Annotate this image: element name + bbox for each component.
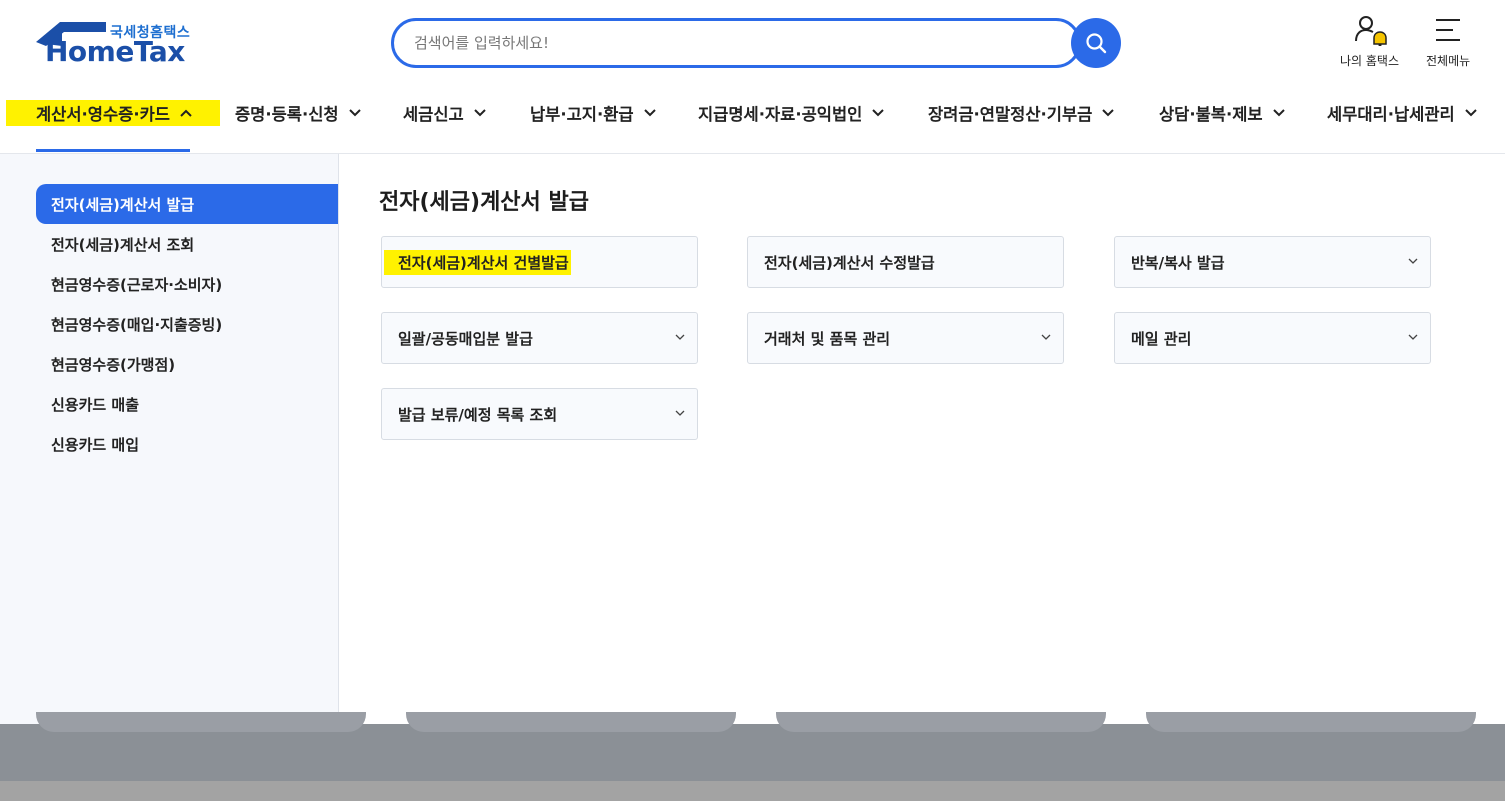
card-label: 전자(세금)계산서 건별발급 — [384, 249, 571, 275]
card-label: 거래처 및 품목 관리 — [764, 329, 891, 348]
card-repeat-copy-issue[interactable]: 반복/복사 발급 — [1114, 236, 1431, 288]
chevron-down-icon — [1041, 334, 1051, 340]
dimmed-card — [1146, 712, 1476, 732]
sidebar-item-e-invoice-inquiry[interactable]: 전자(세금)계산서 조회 — [36, 224, 338, 264]
sidebar-item-e-invoice-issue[interactable]: 전자(세금)계산서 발급 — [36, 184, 338, 224]
search-icon — [1086, 33, 1107, 54]
dimmed-card — [776, 712, 1106, 732]
search-input[interactable] — [414, 31, 1014, 55]
card-label: 메일 관리 — [1131, 329, 1192, 348]
chevron-up-icon — [180, 109, 192, 117]
gnb-item-tax-agent[interactable]: 세무대리·납세관리 — [1327, 100, 1477, 126]
sidebar-item-label: 전자(세금)계산서 발급 — [51, 195, 195, 214]
card-label: 전자(세금)계산서 수정발급 — [764, 253, 935, 272]
chevron-down-icon — [675, 334, 685, 340]
chevron-down-icon — [1272, 109, 1285, 117]
hamburger-menu-icon — [1436, 19, 1461, 41]
sidebar-item-cash-receipt-purchase[interactable]: 현금영수증(매입·지출증빙) — [36, 304, 338, 344]
gnb-item-label: 세금신고 — [403, 105, 464, 124]
card-individual-issue[interactable]: 전자(세금)계산서 건별발급 — [381, 236, 698, 288]
search-button[interactable] — [1071, 18, 1121, 68]
gnb-item-payment[interactable]: 납부·고지·환급 — [530, 100, 656, 126]
chevron-down-icon — [1465, 109, 1477, 117]
chevron-down-icon — [643, 109, 656, 117]
site-header: 국세청홈택스 HomeTax 나의 홈택스 전체메뉴 계산서·영수증·카드 — [0, 0, 1505, 154]
gnb-item-label: 상담·불복·제보 — [1159, 105, 1263, 124]
sidebar-item-label: 전자(세금)계산서 조회 — [51, 235, 195, 254]
gnb-item-certificate[interactable]: 증명·등록·신청 — [235, 100, 361, 126]
card-mail-management[interactable]: 메일 관리 — [1114, 312, 1431, 364]
chevron-down-icon — [675, 410, 685, 416]
dimmed-card — [406, 712, 736, 732]
chevron-down-icon — [1102, 109, 1115, 117]
gnb-item-consultation[interactable]: 상담·불복·제보 — [1159, 100, 1285, 126]
card-label: 일괄/공동매입분 발급 — [398, 329, 533, 348]
sidebar-item-label: 신용카드 매출 — [51, 395, 140, 414]
full-menu-label: 전체메뉴 — [1426, 54, 1471, 68]
global-nav: 계산서·영수증·카드 증명·등록·신청 세금신고 납부·고지·환급 지급명세·자… — [0, 92, 1505, 154]
active-tab-indicator — [36, 149, 190, 152]
card-amended-issue[interactable]: 전자(세금)계산서 수정발급 — [747, 236, 1064, 288]
sidebar-item-credit-card-purchase[interactable]: 신용카드 매입 — [36, 424, 338, 464]
gnb-item-label: 납부·고지·환급 — [530, 105, 634, 124]
sidebar-item-label: 현금영수증(가맹점) — [51, 355, 176, 374]
page-title: 전자(세금)계산서 발급 — [379, 190, 589, 215]
gnb-item-label: 장려금·연말정산·기부금 — [928, 105, 1093, 124]
card-label: 발급 보류/예정 목록 조회 — [398, 405, 558, 424]
mega-menu-panel: 전자(세금)계산서 발급 전자(세금)계산서 조회 현금영수증(근로자·소비자)… — [0, 154, 1505, 724]
card-bulk-joint-issue[interactable]: 일괄/공동매입분 발급 — [381, 312, 698, 364]
sidebar-item-label: 현금영수증(근로자·소비자) — [51, 275, 223, 294]
sidebar-item-label: 현금영수증(매입·지출증빙) — [51, 315, 223, 334]
full-menu-button[interactable]: 전체메뉴 — [1426, 14, 1470, 69]
dimmed-footer — [0, 781, 1505, 801]
chevron-down-icon — [474, 109, 486, 117]
submenu-sidebar: 전자(세금)계산서 발급 전자(세금)계산서 조회 현금영수증(근로자·소비자)… — [0, 154, 339, 724]
chevron-down-icon — [1408, 258, 1418, 264]
chevron-down-icon — [872, 109, 885, 117]
chevron-down-icon — [348, 109, 361, 117]
my-hometax-button[interactable]: 나의 홈택스 — [1340, 14, 1399, 69]
logo-title: HomeTax — [45, 35, 185, 68]
gnb-item-payment-statement[interactable]: 지급명세·자료·공익법인 — [698, 100, 885, 126]
gnb-item-label: 세무대리·납세관리 — [1327, 105, 1455, 124]
card-partner-item-management[interactable]: 거래처 및 품목 관리 — [747, 312, 1064, 364]
gnb-item-label: 계산서·영수증·카드 — [36, 105, 170, 124]
user-bell-icon — [1354, 16, 1387, 46]
gnb-item-label: 증명·등록·신청 — [235, 105, 339, 124]
chevron-down-icon — [1408, 334, 1418, 340]
gnb-item-incentive[interactable]: 장려금·연말정산·기부금 — [928, 100, 1115, 126]
dimmed-card — [36, 712, 366, 732]
search-box — [391, 18, 1081, 68]
dimmed-background — [0, 724, 1505, 781]
my-hometax-label: 나의 홈택스 — [1340, 54, 1400, 68]
sidebar-item-cash-receipt-merchant[interactable]: 현금영수증(가맹점) — [36, 344, 338, 384]
sidebar-item-cash-receipt-consumer[interactable]: 현금영수증(근로자·소비자) — [36, 264, 338, 304]
card-label: 반복/복사 발급 — [1131, 253, 1225, 272]
gnb-item-tax-return[interactable]: 세금신고 — [403, 100, 486, 126]
sidebar-item-label: 신용카드 매입 — [51, 435, 140, 454]
card-pending-list-inquiry[interactable]: 발급 보류/예정 목록 조회 — [381, 388, 698, 440]
sidebar-item-credit-card-sales[interactable]: 신용카드 매출 — [36, 384, 338, 424]
gnb-item-label: 지급명세·자료·공익법인 — [698, 105, 863, 124]
gnb-item-invoice-receipt-card[interactable]: 계산서·영수증·카드 — [6, 100, 220, 126]
hometax-logo[interactable]: 국세청홈택스 HomeTax — [34, 20, 194, 70]
